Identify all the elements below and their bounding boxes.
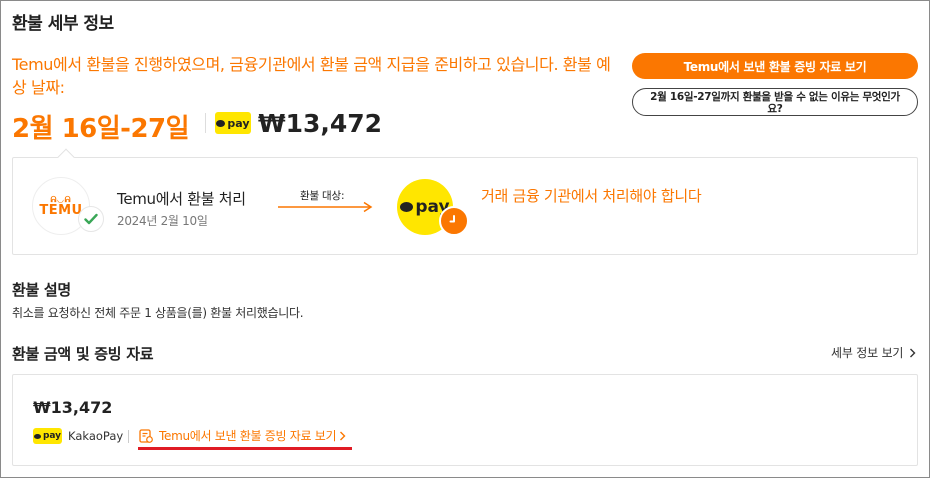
divider <box>128 430 129 443</box>
refund-proof-card <box>12 374 918 466</box>
highlight-underline <box>138 447 352 450</box>
view-proof-link[interactable]: Temu에서 보낸 환불 증빙 자료 보기 <box>139 427 346 444</box>
page-title: 환불 세부 정보 <box>12 14 114 34</box>
speech-bubble-icon <box>33 433 41 439</box>
divider <box>205 113 206 133</box>
why-delay-button[interactable]: 2월 16일-27일까지 환불을 받을 수 없는 이유는 무엇인가요? <box>632 88 918 116</box>
document-icon <box>139 428 153 443</box>
refund-status-message: Temu에서 환불을 진행하였으며, 금융기관에서 환불 금액 지급을 준비하고… <box>12 55 611 97</box>
arrow-right-icon <box>278 201 373 213</box>
step2-text: 거래 금융 기관에서 처리해야 합니다 <box>481 187 702 205</box>
refund-proof-title: 환불 금액 및 증빙 자료 <box>12 345 154 363</box>
refund-amount: ₩13,472 <box>258 109 383 138</box>
refund-description-title: 환불 설명 <box>12 281 71 299</box>
kakaopay-logo-small: pay <box>33 428 62 444</box>
view-details-link[interactable]: 세부 정보 보기 <box>831 344 916 361</box>
proof-amount: ₩13,472 <box>33 398 113 417</box>
refund-description-text: 취소를 요청하신 전체 주문 1 상품을(를) 환불 처리했습니다. <box>12 306 304 320</box>
payment-method-name: KakaoPay <box>68 429 124 443</box>
kakaopay-logo: pay <box>215 112 251 134</box>
chevron-right-icon <box>909 348 916 358</box>
clock-icon <box>439 206 469 236</box>
speech-bubble-icon <box>216 119 226 127</box>
expected-refund-date: 2월 16일-27일 <box>12 114 190 144</box>
view-refund-proof-button[interactable]: Temu에서 보낸 환불 증빙 자료 보기 <box>632 53 918 79</box>
step1-date: 2024년 2월 10일 <box>117 214 208 228</box>
speech-bubble-icon <box>400 202 414 212</box>
check-icon <box>78 206 104 232</box>
step1-title: Temu에서 환불 처리 <box>117 190 246 208</box>
chevron-right-icon <box>340 431 346 440</box>
